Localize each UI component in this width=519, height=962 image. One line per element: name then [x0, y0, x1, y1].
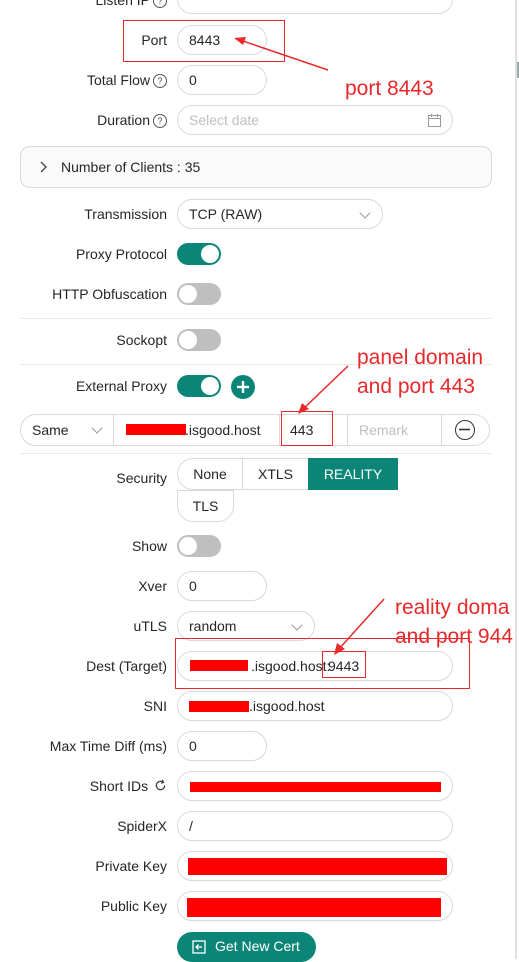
panel-annotation-line2: and port 443 — [357, 375, 475, 398]
annotation-arrows — [234, 37, 385, 655]
reality-annotation-line1: reality doma — [395, 596, 510, 619]
reality-annotation-line2: and port 944 — [395, 625, 513, 648]
port-annotation: port 8443 — [345, 77, 434, 100]
panel-annotation-line1: panel domain — [357, 346, 484, 369]
